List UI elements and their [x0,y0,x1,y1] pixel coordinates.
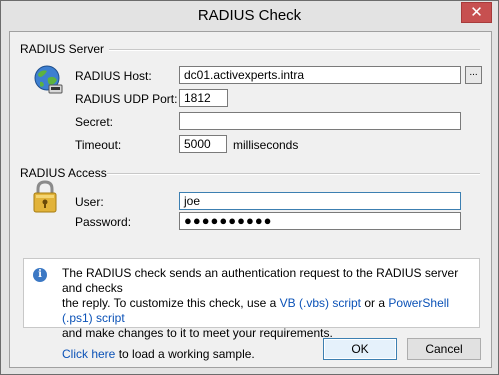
ok-button[interactable]: OK [323,338,397,360]
globe-network-icon [34,65,63,94]
access-group-title: RADIUS Access [20,166,107,180]
user-input[interactable]: joe [179,192,461,210]
info-line-3: and make changes to it to meet your requ… [62,326,333,340]
dialog-body: RADIUS Server RADIUS Host: dc01.activexp… [9,31,492,368]
close-icon: ✕ [470,3,483,21]
secret-input[interactable] [179,112,461,130]
radius-host-input[interactable]: dc01.activexperts.intra [179,66,461,84]
radius-port-label: RADIUS UDP Port: [75,92,178,106]
radius-host-label: RADIUS Host: [75,69,152,83]
padlock-icon [33,180,57,213]
dialog-window: RADIUS Check ✕ RADIUS Server RADIUS Host… [0,0,499,375]
info-line-1: The RADIUS check sends an authentication… [62,266,459,295]
click-here-link[interactable]: Click here [62,347,115,361]
user-label: User: [75,195,104,209]
vb-script-link[interactable]: VB (.vbs) script [280,296,361,310]
server-group-title: RADIUS Server [20,42,105,56]
info-line-2b: or a [361,296,389,310]
info-line-4: to load a working sample. [115,347,255,361]
window-title: RADIUS Check [197,7,302,24]
info-icon: i [33,268,47,282]
title-bar[interactable]: RADIUS Check ✕ [1,1,498,31]
access-group-divider [107,173,480,175]
server-group-divider [109,49,480,51]
password-input[interactable]: ●●●●●●●●●● [179,212,461,230]
timeout-unit: milliseconds [233,138,299,152]
close-button[interactable]: ✕ [461,2,492,23]
info-line-2a: the reply. To customize this check, use … [62,296,280,310]
timeout-input[interactable]: 5000 [179,135,227,153]
info-panel: i The RADIUS check sends an authenticati… [23,258,480,361]
cancel-button[interactable]: Cancel [407,338,481,360]
password-label: Password: [75,215,132,229]
radius-port-input[interactable]: 1812 [179,89,228,107]
browse-host-button[interactable]: ... [465,66,482,84]
timeout-label: Timeout: [75,138,122,152]
secret-label: Secret: [75,115,114,129]
